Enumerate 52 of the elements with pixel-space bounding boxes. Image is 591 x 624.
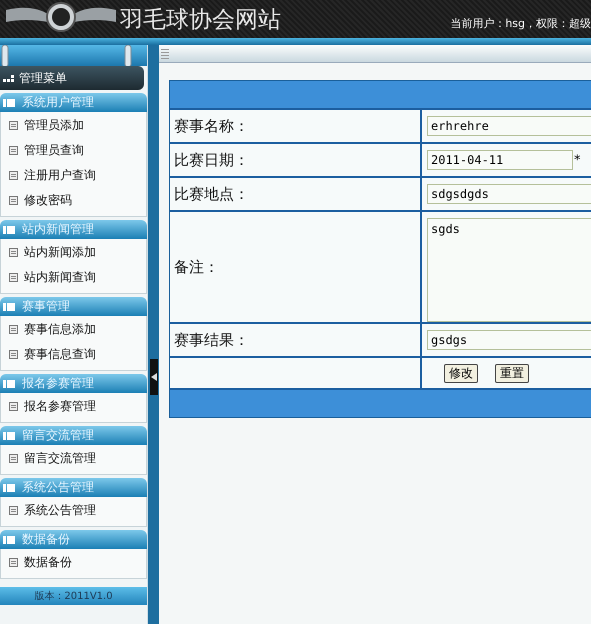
book-icon: [3, 430, 15, 440]
menu-item[interactable]: 修改密码: [1, 188, 146, 213]
menu-item[interactable]: 赛事信息查询: [1, 342, 146, 367]
menu-item[interactable]: 站内新闻查询: [1, 265, 146, 290]
grid-icon: [3, 73, 15, 83]
field-label: 比赛地点：: [174, 184, 249, 204]
field-label: 赛事名称：: [174, 116, 249, 136]
page-icon: [9, 196, 18, 205]
book-icon: [3, 224, 15, 234]
menu-item[interactable]: 站内新闻添加: [1, 240, 146, 265]
field-label: 备注：: [174, 258, 219, 276]
page-icon: [9, 171, 18, 180]
input-field[interactable]: 2011-04-11: [427, 150, 573, 170]
field-label: 比赛日期：: [174, 150, 249, 170]
menu-item[interactable]: 系统公告管理: [1, 498, 146, 523]
page-icon: [9, 506, 18, 515]
book-icon: [3, 534, 15, 544]
left-arrow-icon: [151, 373, 157, 381]
input-field[interactable]: erhrehre: [427, 116, 591, 136]
input-field[interactable]: gsdgs: [427, 330, 591, 350]
form-button[interactable]: 修改: [444, 364, 478, 382]
menu-item[interactable]: 留言交流管理: [1, 446, 146, 471]
required-mark: *: [574, 152, 580, 168]
site-title: 羽毛球协会网站: [120, 6, 282, 34]
book-icon: [3, 302, 15, 312]
field-label: 赛事结果：: [174, 330, 249, 350]
menu-item[interactable]: 管理员查询: [1, 138, 146, 163]
page-icon: [9, 402, 18, 411]
grip-icon: [161, 48, 169, 60]
text-area[interactable]: sgds: [427, 218, 591, 322]
page-icon: [9, 558, 18, 567]
page-icon: [9, 454, 18, 463]
page-icon: [9, 248, 18, 257]
menu-item[interactable]: 管理员添加: [1, 113, 146, 138]
form-button[interactable]: 重置: [495, 364, 529, 382]
menu-item[interactable]: 数据备份: [1, 550, 146, 575]
collapse-handle[interactable]: [150, 359, 158, 395]
page-icon: [9, 273, 18, 282]
book-icon: [3, 98, 15, 108]
book-icon: [3, 378, 15, 388]
menu-item[interactable]: 报名参赛管理: [1, 394, 146, 419]
page-icon: [9, 325, 18, 334]
page-icon: [9, 146, 18, 155]
page-icon: [9, 350, 18, 359]
book-icon: [3, 482, 15, 492]
user-info: 当前用户：hsg，权限：超级: [450, 16, 591, 30]
menu-item[interactable]: 赛事信息添加: [1, 317, 146, 342]
menu-item[interactable]: 注册用户查询: [1, 163, 146, 188]
menu-title: 管理菜单: [19, 70, 67, 86]
input-field[interactable]: sdgsdgds: [427, 184, 591, 204]
version-text: 版本：2011V1.0: [34, 590, 113, 603]
page-icon: [9, 121, 18, 130]
